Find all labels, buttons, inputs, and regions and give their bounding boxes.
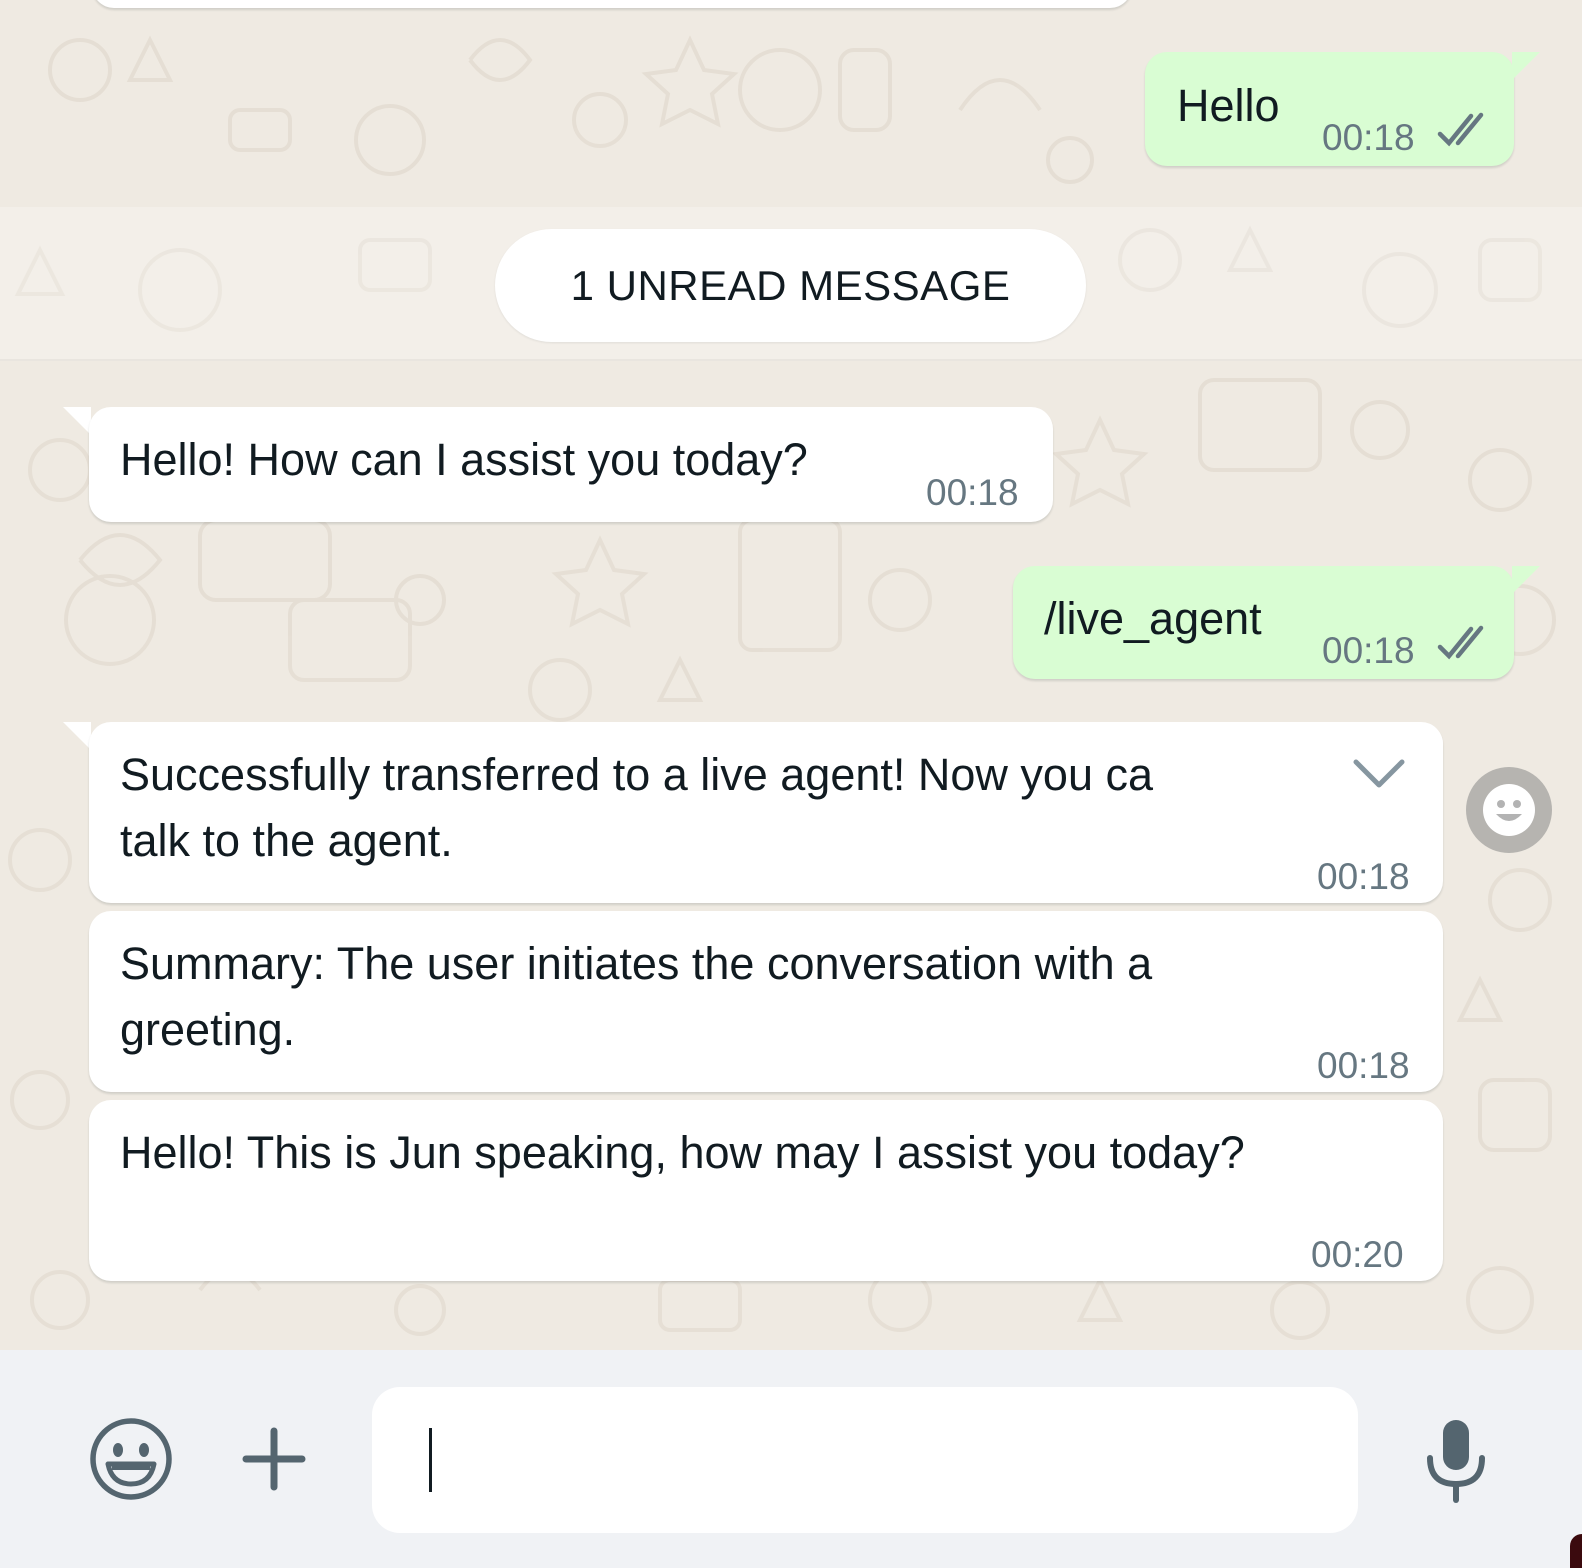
- message-text: /live_agent: [1044, 593, 1262, 644]
- plus-icon: [242, 1427, 306, 1491]
- voice-message-button[interactable]: [1424, 1418, 1488, 1504]
- bubble-tail: [63, 722, 91, 750]
- message-text-continued: greeting.: [120, 1004, 296, 1055]
- message-text: Successfully transferred to a live agent…: [120, 749, 1154, 800]
- message-text: Hello! This is Jun speaking, how may I a…: [120, 1127, 1245, 1178]
- conversation-panel: Hello 00:18 1 UNREAD MESSAGE Hello! How …: [0, 0, 1582, 1350]
- message-composer: [0, 1350, 1582, 1568]
- message-text: Summary: The user initiates the conversa…: [120, 938, 1153, 989]
- bubble-tail: [63, 407, 91, 435]
- text-caret: [429, 1428, 432, 1492]
- smiley-icon: [1483, 784, 1535, 836]
- outgoing-message[interactable]: /live_agent 00:18: [1013, 566, 1514, 679]
- message-time: 00:18: [1322, 117, 1415, 158]
- message-time: 00:18: [926, 472, 1019, 513]
- message-time: 00:20: [1311, 1234, 1404, 1275]
- unread-messages-divider: 1 UNREAD MESSAGE: [495, 229, 1086, 342]
- incoming-message[interactable]: Successfully transferred to a live agent…: [89, 722, 1443, 903]
- react-button[interactable]: [1466, 767, 1552, 853]
- double-check-icon: [1437, 112, 1484, 147]
- chevron-down-icon[interactable]: [1351, 756, 1407, 792]
- bubble-tail: [1512, 52, 1540, 80]
- incoming-message[interactable]: Hello! How can I assist you today? 00:18: [89, 407, 1053, 522]
- message-text: Hello: [1177, 80, 1280, 131]
- attach-button[interactable]: [242, 1427, 306, 1491]
- incoming-message[interactable]: Summary: The user initiates the conversa…: [89, 911, 1443, 1092]
- outgoing-message[interactable]: Hello 00:18: [1145, 52, 1514, 166]
- window-corner: [1570, 1534, 1582, 1568]
- message-time: 00:18: [1317, 1045, 1410, 1086]
- message-time: 00:18: [1317, 856, 1410, 897]
- message-time: 00:18: [1322, 630, 1415, 671]
- incoming-message[interactable]: Hello! This is Jun speaking, how may I a…: [89, 1100, 1443, 1281]
- previous-message-bubble: [92, 0, 1132, 8]
- message-input[interactable]: [372, 1387, 1358, 1533]
- message-text: Hello! How can I assist you today?: [120, 434, 808, 485]
- bubble-tail: [1512, 566, 1540, 594]
- double-check-icon: [1437, 625, 1484, 660]
- message-text-continued: talk to the agent.: [120, 815, 453, 866]
- emoji-button[interactable]: [88, 1416, 174, 1502]
- microphone-icon: [1427, 1420, 1485, 1503]
- smiley-icon: [90, 1418, 172, 1500]
